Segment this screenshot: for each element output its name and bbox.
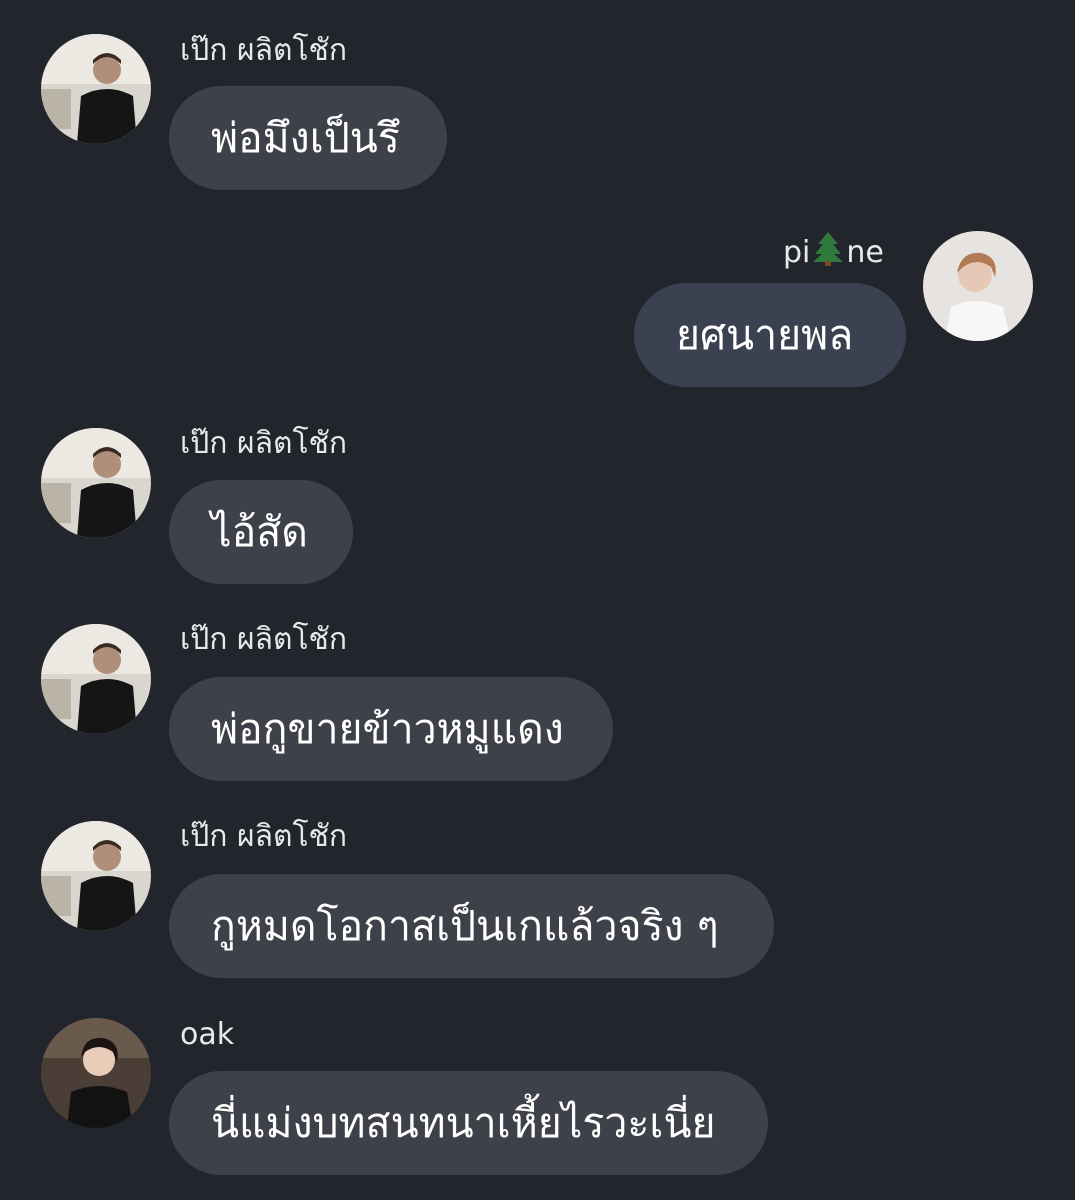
sender-name: เป๊ก ผลิตโชัก: [180, 33, 348, 68]
message-bubble[interactable]: นี่แม่งบทสนทนาเหี้ยไรวะเนี่ย: [169, 1071, 768, 1175]
sender-name: เป๊ก ผลิตโชัก: [180, 819, 348, 854]
avatar[interactable]: [41, 428, 151, 538]
avatar[interactable]: [41, 624, 151, 734]
message-bubble[interactable]: ไอ้สัด: [169, 480, 353, 584]
avatar[interactable]: [41, 1018, 151, 1128]
avatar[interactable]: [923, 231, 1033, 341]
message-bubble[interactable]: พ่อกูขายข้าวหมูแดง: [169, 677, 613, 781]
avatar[interactable]: [41, 821, 151, 931]
sender-name-prefix: pi: [783, 235, 811, 270]
sender-name-suffix: ne: [846, 235, 884, 270]
evergreen-tree-icon: [810, 230, 846, 275]
sender-name: pi ne: [783, 230, 884, 275]
message-bubble[interactable]: กูหมดโอกาสเป็นเกแล้วจริง ๆ: [169, 874, 774, 978]
avatar[interactable]: [41, 34, 151, 144]
message-bubble[interactable]: พ่อมึงเป็นรึ: [169, 86, 447, 190]
sender-name: เป๊ก ผลิตโชัก: [180, 426, 348, 461]
sender-name: oak: [180, 1017, 235, 1052]
message-bubble[interactable]: ยศนายพล: [634, 283, 906, 387]
sender-name: เป๊ก ผลิตโชัก: [180, 622, 348, 657]
